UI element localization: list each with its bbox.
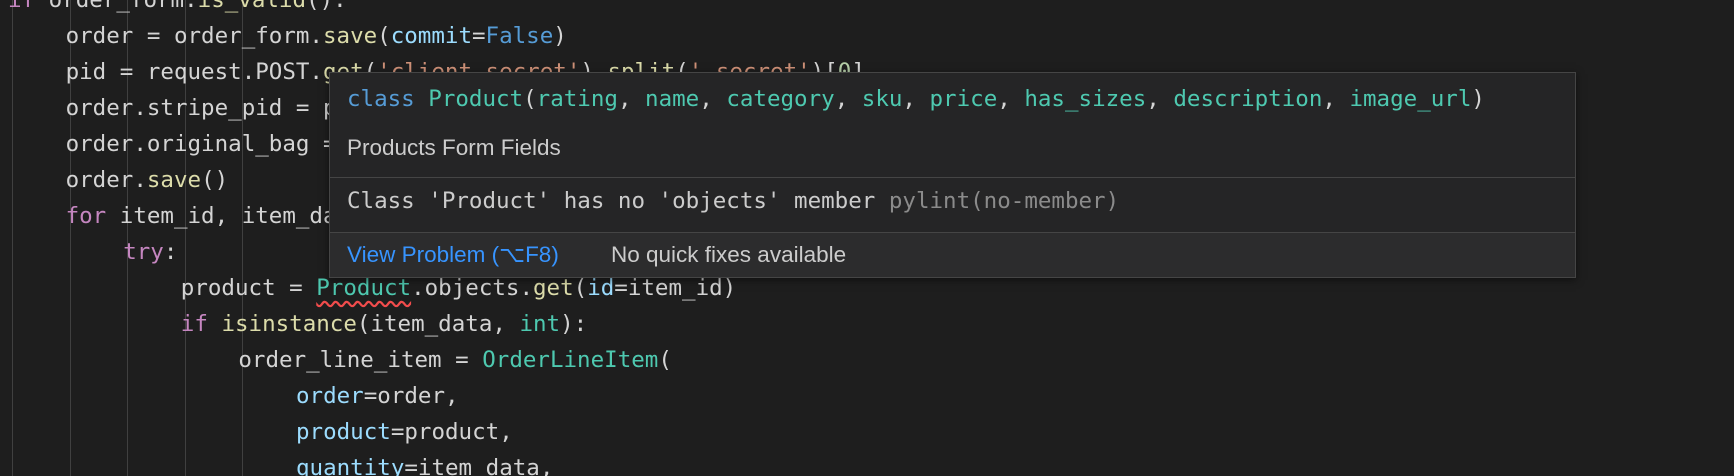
- code-token: rating: [536, 86, 618, 112]
- code-token: class: [347, 86, 415, 112]
- code-token: order_form.: [35, 0, 198, 13]
- code-token: try: [123, 239, 164, 265]
- code-token: ): [1471, 86, 1485, 112]
- code-line[interactable]: product=product,: [296, 414, 513, 450]
- code-token: price: [929, 86, 998, 112]
- code-line[interactable]: order=order,: [296, 378, 459, 414]
- code-token: sku: [861, 86, 903, 112]
- code-token: order = order_form.: [65, 23, 323, 49]
- hover-divider: [330, 177, 1575, 178]
- problem-message: Class 'Product' has no 'objects' member: [347, 188, 876, 214]
- indent-guide: [12, 0, 13, 476]
- code-token: ):: [560, 311, 588, 337]
- code-token: (: [523, 86, 537, 112]
- code-token: ,: [902, 86, 930, 112]
- code-line[interactable]: order = order_form.save(commit=False): [66, 18, 567, 54]
- code-token: is_valid: [197, 0, 307, 13]
- code-token: commit: [390, 23, 472, 49]
- code-line[interactable]: quantity=item_data,: [296, 450, 553, 476]
- code-token: Product: [428, 86, 524, 112]
- code-token: ,: [617, 86, 646, 112]
- code-token: int: [519, 311, 561, 337]
- code-token: isinstance: [221, 311, 357, 337]
- code-line[interactable]: if order_form.is_valid():: [8, 0, 347, 18]
- code-token: ,: [834, 86, 862, 112]
- code-token: get: [533, 275, 574, 301]
- code-line[interactable]: order.save(): [66, 162, 229, 198]
- code-token: order.: [65, 167, 147, 193]
- code-token: ): [553, 23, 567, 49]
- code-editor[interactable]: if order_form.is_valid(): order = order_f…: [0, 0, 1734, 476]
- code-token: (: [377, 23, 391, 49]
- hover-tooltip: class Product(rating, name, category, sk…: [329, 72, 1576, 278]
- code-token: OrderLineItem: [482, 347, 659, 373]
- code-token: False: [485, 23, 554, 49]
- hover-status-bar: View Problem (⌥F8) No quick fixes availa…: [330, 233, 1575, 277]
- code-token: ,: [699, 86, 727, 112]
- code-token: =order,: [363, 383, 459, 409]
- code-token: =: [472, 23, 486, 49]
- code-token: product: [296, 419, 391, 445]
- code-token: if: [8, 0, 36, 13]
- code-token: :: [163, 239, 178, 265]
- code-token: has_sizes: [1024, 86, 1147, 112]
- code-token: =item_id): [614, 275, 737, 301]
- hover-problem: Class 'Product' has no 'objects' member …: [347, 186, 1119, 216]
- code-token: (item_data,: [356, 311, 520, 337]
- code-token: if: [180, 311, 208, 337]
- code-token: save: [322, 23, 378, 49]
- hover-signature: class Product(rating, name, category, sk…: [347, 81, 1485, 117]
- code-token: product =: [180, 275, 317, 301]
- code-token: (): [201, 167, 229, 193]
- hover-docstring: Products Form Fields: [347, 135, 561, 160]
- code-token: name: [645, 86, 700, 112]
- code-line[interactable]: order_line_item = OrderLineItem(: [238, 342, 672, 378]
- code-token: category: [726, 86, 835, 112]
- code-token: id: [587, 275, 615, 301]
- code-line[interactable]: try:: [123, 234, 177, 270]
- view-problem-link[interactable]: View Problem (⌥F8): [347, 240, 559, 270]
- code-token: ,: [1146, 86, 1174, 112]
- code-token: image_url: [1349, 86, 1472, 112]
- code-token: quantity: [296, 455, 405, 476]
- code-token: save: [146, 167, 202, 193]
- code-token: pid = request.POST.: [65, 59, 323, 85]
- code-token: description: [1173, 86, 1323, 112]
- code-token: order: [296, 383, 364, 409]
- code-token: (: [658, 347, 672, 373]
- code-token: (: [573, 275, 588, 301]
- no-quick-fixes-label: No quick fixes available: [611, 242, 847, 267]
- code-token: order.stripe_pid = pid: [65, 95, 364, 121]
- problem-source: pylint(no-member): [888, 188, 1120, 214]
- code-token: ,: [997, 86, 1025, 112]
- code-token: =product,: [390, 419, 513, 445]
- code-token: for: [65, 203, 107, 229]
- code-token: .objects.: [411, 275, 534, 301]
- error-token: Product: [316, 275, 412, 301]
- code-token: ,: [1322, 86, 1350, 112]
- code-line[interactable]: if isinstance(item_data, int):: [181, 306, 587, 342]
- code-token: order_line_item =: [238, 347, 483, 373]
- code-line[interactable]: order.stripe_pid = pid: [66, 90, 364, 126]
- code-token: =item_data,: [404, 455, 554, 476]
- code-token: ():: [306, 0, 347, 13]
